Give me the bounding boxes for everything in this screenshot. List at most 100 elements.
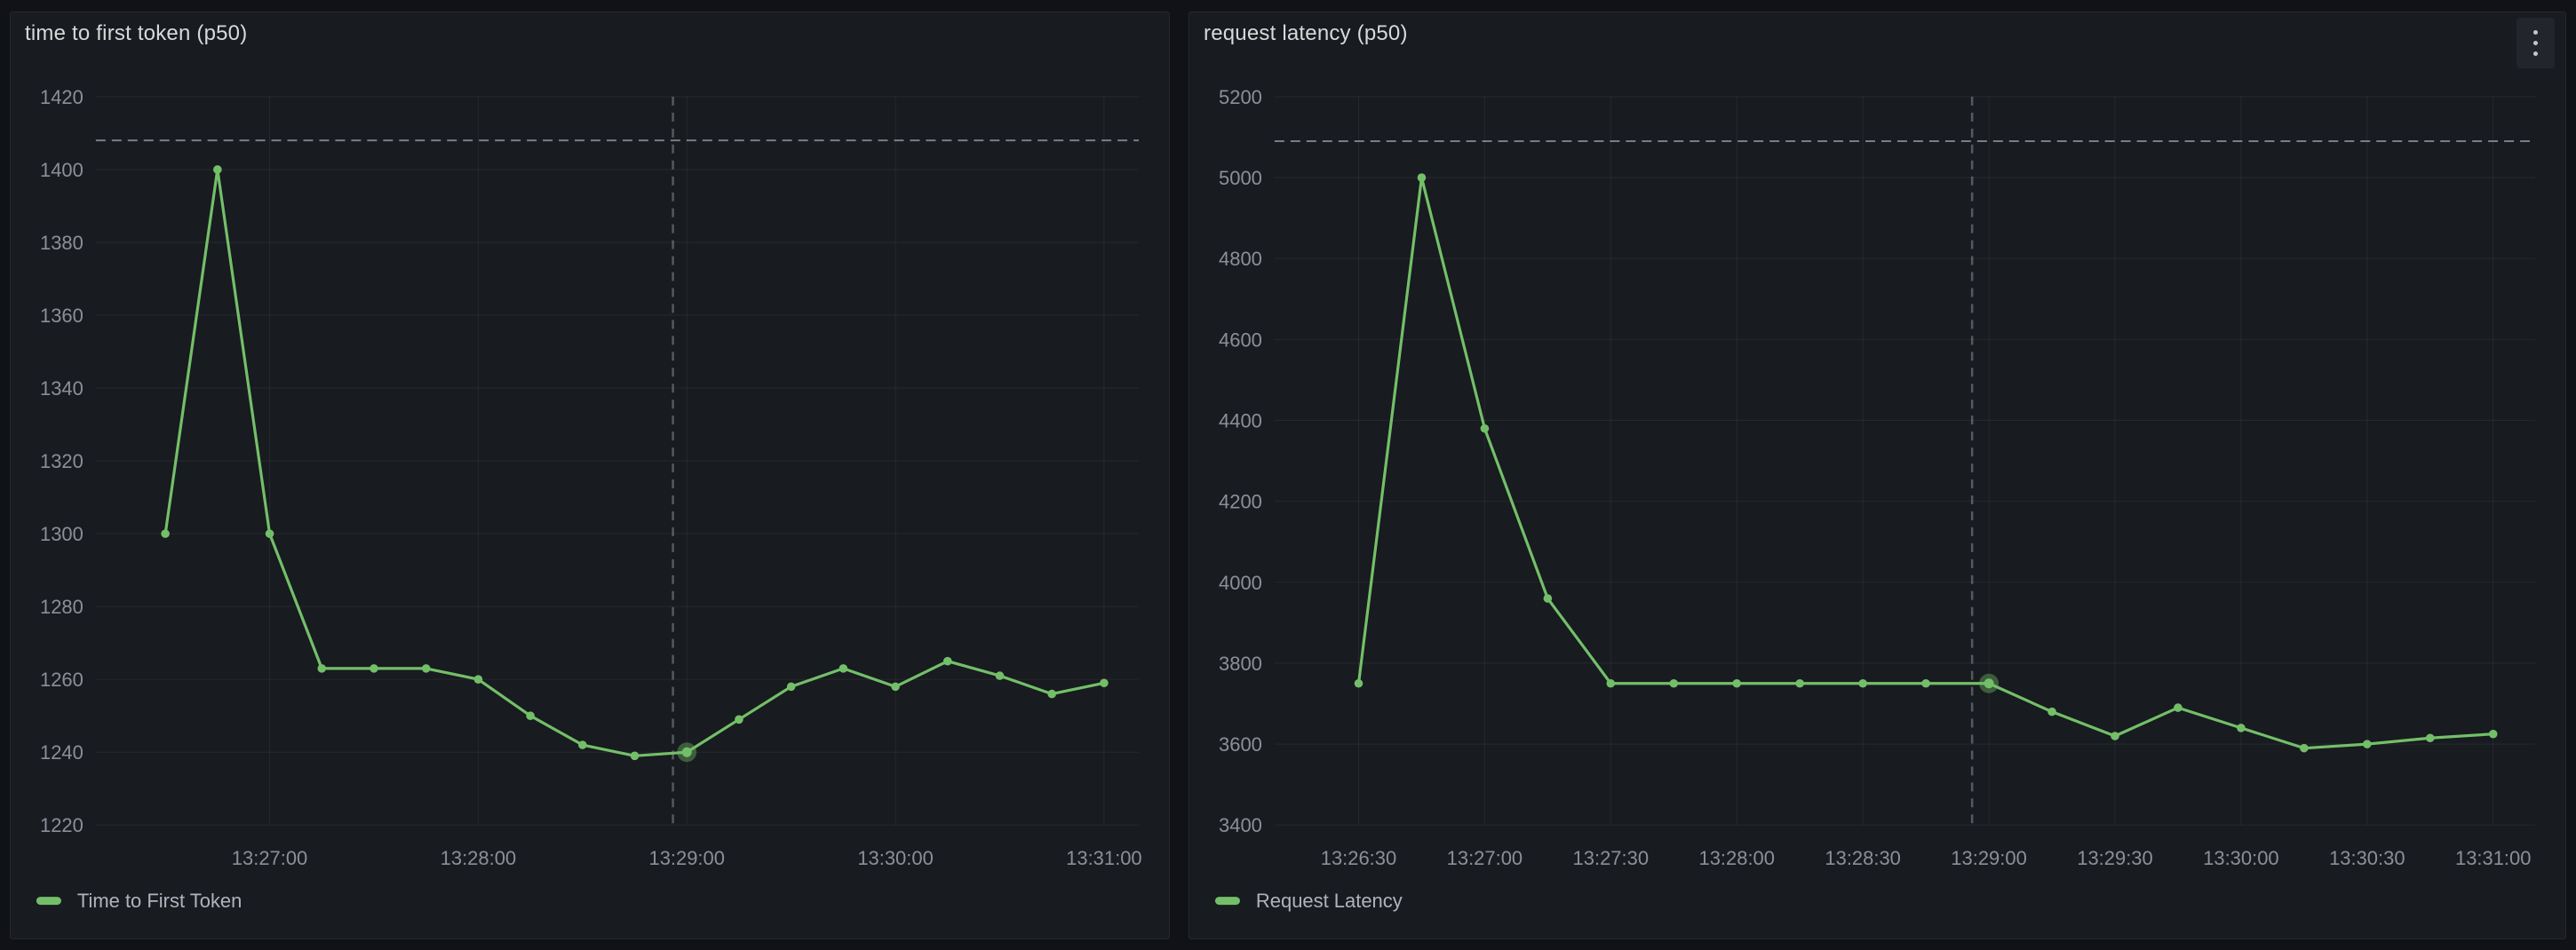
- series-line: [165, 170, 1104, 756]
- svg-text:13:29:00: 13:29:00: [1951, 847, 2026, 869]
- panel-header: time to first token (p50): [11, 12, 1169, 55]
- svg-text:4200: 4200: [1219, 491, 1262, 513]
- data-point: [1544, 594, 1553, 603]
- data-point: [266, 529, 274, 538]
- series-request-latency[interactable]: [1355, 173, 2498, 752]
- grid-lines: [96, 97, 1139, 825]
- svg-text:1360: 1360: [40, 305, 83, 327]
- data-point: [2489, 730, 2498, 739]
- data-point: [1607, 679, 1616, 688]
- data-point: [317, 664, 326, 673]
- svg-text:4600: 4600: [1219, 329, 1262, 351]
- svg-text:13:30:00: 13:30:00: [857, 847, 933, 869]
- svg-text:1380: 1380: [40, 232, 83, 254]
- svg-text:1260: 1260: [40, 669, 83, 691]
- legend-series-marker: [36, 897, 61, 905]
- data-point: [2300, 744, 2309, 753]
- svg-text:13:28:30: 13:28:30: [1825, 847, 1900, 869]
- svg-text:13:28:00: 13:28:00: [441, 847, 516, 869]
- x-axis-labels: 13:27:00 13:28:00 13:29:00 13:30:00 13:31:00: [232, 847, 1142, 869]
- data-point: [578, 740, 587, 749]
- svg-text:1420: 1420: [40, 86, 83, 108]
- svg-text:13:28:00: 13:28:00: [1698, 847, 1774, 869]
- data-point: [1921, 679, 1930, 688]
- svg-text:13:31:00: 13:31:00: [2455, 847, 2531, 869]
- panel-ttft: time to first token (p50) Time to First …: [10, 12, 1170, 939]
- svg-text:3600: 3600: [1219, 733, 1262, 756]
- data-point: [1669, 679, 1678, 688]
- svg-text:13:30:00: 13:30:00: [2203, 847, 2278, 869]
- data-point: [1481, 424, 1490, 433]
- svg-text:1400: 1400: [40, 159, 83, 181]
- svg-text:13:26:30: 13:26:30: [1321, 847, 1396, 869]
- data-point: [891, 683, 900, 692]
- series-time-to-first-token[interactable]: [161, 165, 1108, 762]
- svg-text:13:30:30: 13:30:30: [2329, 847, 2405, 869]
- data-point: [1355, 679, 1364, 688]
- x-axis-labels: 13:26:3013:27:0013:27:3013:28:0013:28:30…: [1321, 847, 2532, 869]
- svg-text:13:31:00: 13:31:00: [1066, 847, 1141, 869]
- data-point: [213, 165, 222, 174]
- data-point: [631, 752, 640, 761]
- data-point: [996, 671, 1005, 680]
- svg-text:4400: 4400: [1219, 409, 1262, 431]
- svg-text:3800: 3800: [1219, 653, 1262, 675]
- panel-title[interactable]: time to first token (p50): [25, 21, 247, 46]
- legend[interactable]: Request Latency: [1215, 890, 1403, 912]
- panel-header: request latency (p50): [1189, 12, 2565, 55]
- svg-text:4000: 4000: [1219, 572, 1262, 594]
- ttft-chart[interactable]: Time to First Token 1220 1240 1260 1280 1300…: [11, 55, 1169, 938]
- svg-text:1240: 1240: [40, 741, 83, 764]
- data-point: [2363, 740, 2372, 748]
- data-point: [1047, 690, 1056, 699]
- data-point: [526, 711, 535, 720]
- vertical-ellipsis-icon: [2533, 51, 2538, 56]
- data-point: [943, 657, 952, 666]
- hovered-point: [1984, 678, 1994, 688]
- hovered-point: [682, 748, 692, 757]
- legend-series-label[interactable]: Request Latency: [1256, 890, 1403, 912]
- svg-text:1220: 1220: [40, 814, 83, 836]
- data-point: [1795, 679, 1804, 688]
- panel-menu-kebab-button[interactable]: [2516, 18, 2555, 68]
- legend-series-label[interactable]: Time to First Token: [77, 890, 242, 912]
- data-point: [474, 675, 483, 684]
- data-point: [370, 664, 378, 673]
- data-point: [787, 683, 796, 692]
- data-point: [1100, 678, 1109, 687]
- svg-text:5200: 5200: [1219, 86, 1262, 108]
- data-point: [1418, 173, 1427, 182]
- grid-lines: [1275, 97, 2535, 825]
- data-point: [2174, 703, 2182, 712]
- data-point: [735, 716, 743, 724]
- panel-latency: request latency (p50) Request Latency 34…: [1189, 12, 2566, 939]
- data-point: [422, 664, 431, 673]
- latency-chart[interactable]: Request Latency 3400 3600 3800 4000 4200 4400…: [1189, 55, 2565, 938]
- data-point: [161, 529, 170, 538]
- svg-text:1320: 1320: [40, 450, 83, 472]
- legend-series-marker: [1215, 897, 1240, 905]
- y-axis-labels: 3400360038004000420044004600480050005200: [1219, 86, 1262, 836]
- data-point: [2111, 732, 2119, 740]
- svg-text:5000: 5000: [1219, 167, 1262, 189]
- svg-text:1300: 1300: [40, 523, 83, 545]
- vertical-ellipsis-icon: [2533, 41, 2538, 45]
- svg-text:1280: 1280: [40, 596, 83, 618]
- dashboard: time to first token (p50) Time to First …: [0, 0, 2576, 950]
- svg-text:13:29:00: 13:29:00: [648, 847, 724, 869]
- data-point: [2237, 724, 2246, 732]
- svg-text:13:29:30: 13:29:30: [2077, 847, 2152, 869]
- data-point: [1732, 679, 1741, 688]
- vertical-ellipsis-icon: [2533, 30, 2538, 35]
- panel-title[interactable]: request latency (p50): [1204, 21, 1408, 46]
- data-point: [2426, 733, 2435, 742]
- legend[interactable]: Time to First Token: [36, 890, 242, 912]
- data-point: [1858, 679, 1867, 688]
- svg-text:13:27:00: 13:27:00: [1447, 847, 1523, 869]
- svg-text:13:27:00: 13:27:00: [232, 847, 307, 869]
- series-line: [1358, 178, 2493, 748]
- svg-text:1340: 1340: [40, 377, 83, 400]
- svg-text:3400: 3400: [1219, 814, 1262, 836]
- data-point: [839, 664, 848, 673]
- data-point: [2047, 708, 2056, 716]
